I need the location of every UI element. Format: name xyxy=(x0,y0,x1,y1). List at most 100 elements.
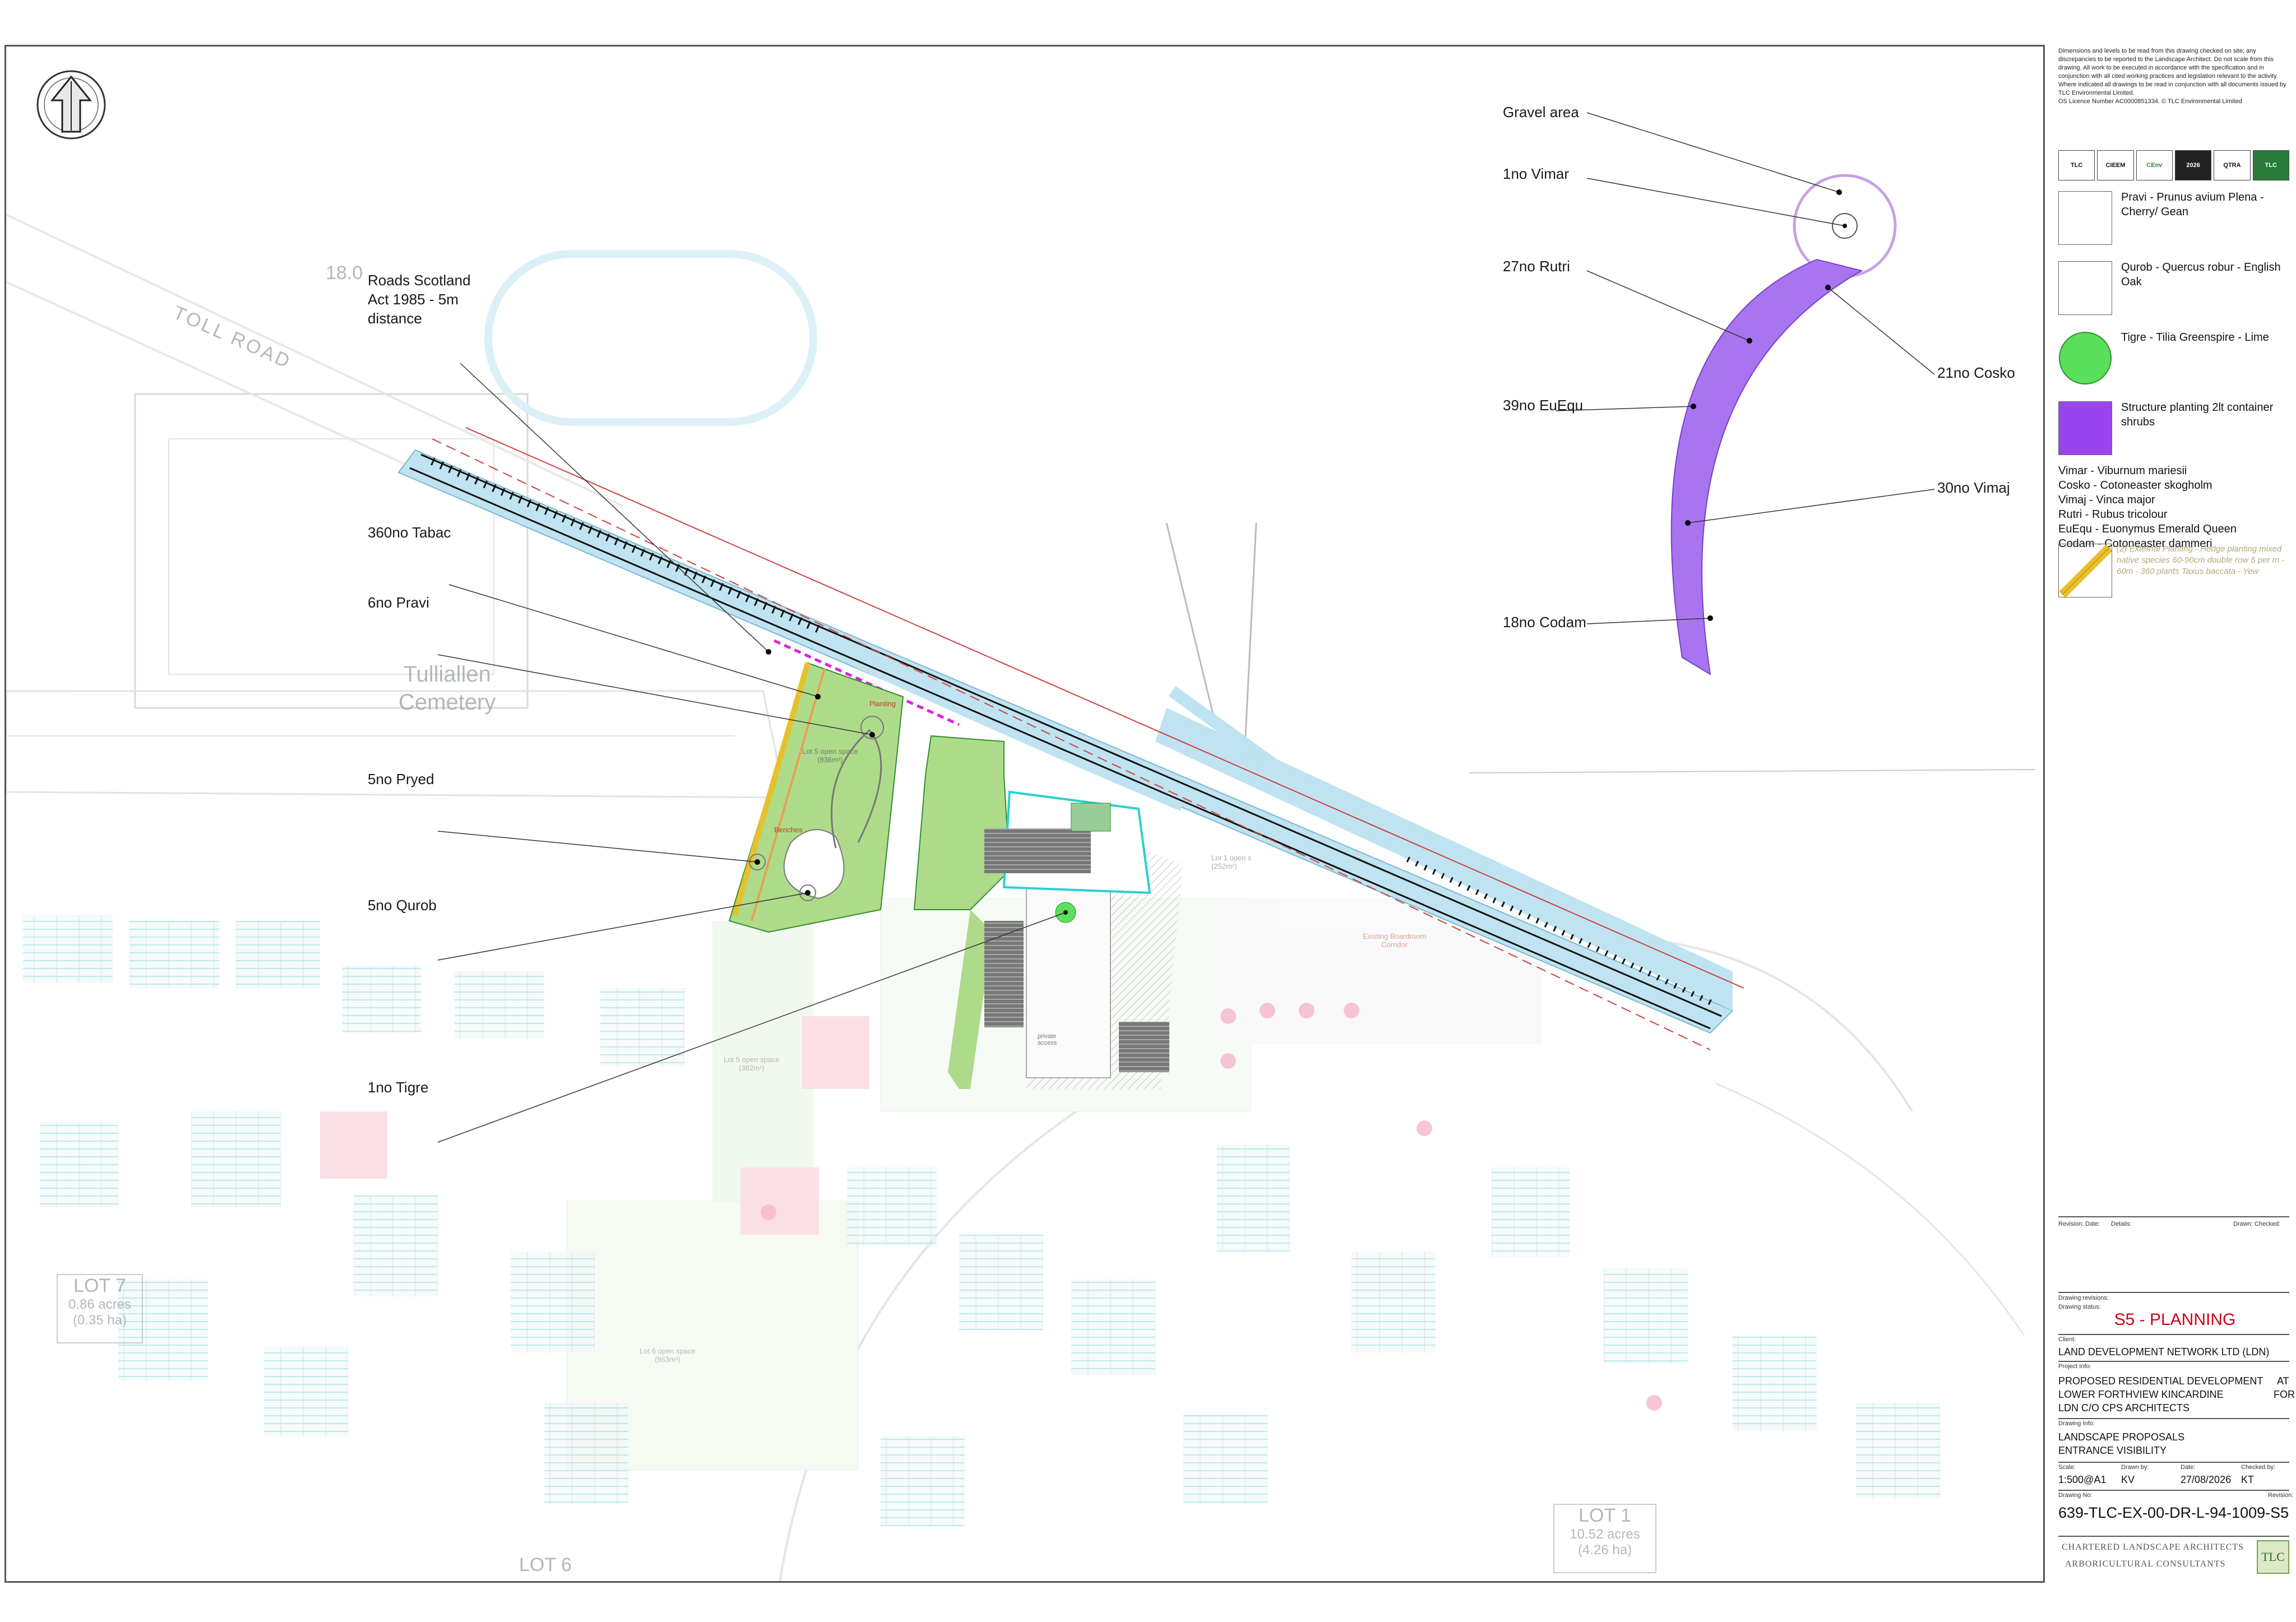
rev-col-date: Date: xyxy=(2085,1221,2100,1227)
lot7-title: LOT 7 xyxy=(73,1275,126,1296)
lot6-title: LOT 6 xyxy=(519,1554,572,1575)
callout-euequ: 39no EuEqu xyxy=(1503,397,1584,414)
callout-vimaj: 30no Vimaj xyxy=(1937,479,2010,496)
legend-qurob: Qurob - Quercus robur - English Oak xyxy=(2058,258,2289,319)
open-space-lot5b-label: Lot 5 open space (382m²) xyxy=(724,1055,780,1072)
rule-project xyxy=(2058,1361,2289,1362)
drawn-by-label: Drawn by: xyxy=(2121,1464,2149,1471)
scale-label: Scale: xyxy=(2058,1464,2076,1471)
drawing-info-2: ENTRANCE VISIBILITY xyxy=(2058,1445,2167,1456)
revision-label: Revision: xyxy=(2268,1492,2294,1499)
lot7-acres: 0.86 acres xyxy=(68,1297,132,1312)
logo-2: CIEEM xyxy=(2097,150,2134,180)
callout-gravel: Gravel area xyxy=(1503,104,1579,121)
drawing-info-1: LANDSCAPE PROPOSALS xyxy=(2058,1431,2185,1443)
rev-col-revision: Revision: xyxy=(2058,1221,2084,1227)
north-arrow-icon xyxy=(35,69,107,141)
callout-codam: 18no Codam xyxy=(1503,614,1586,631)
drawing-status-label: Drawing status: xyxy=(2058,1304,2101,1310)
callout-pryed: 5no Pryed xyxy=(368,771,434,787)
callout-tabac: 360no Tabac xyxy=(368,524,451,541)
lot1-ha: (4.26 ha) xyxy=(1577,1542,1632,1558)
rule-drawing-no xyxy=(2058,1490,2289,1491)
legend-tigre-text: Tigre - Tilia Greenspire - Lime xyxy=(2121,331,2269,344)
rule-revisions xyxy=(2058,1216,2289,1217)
swatch-qurob xyxy=(2058,261,2112,315)
rule-drawing-info xyxy=(2058,1418,2289,1419)
cemetery-label: Tulliallen Cemetery xyxy=(399,662,496,715)
logo-5: QTRA xyxy=(2214,150,2251,180)
rule-meta xyxy=(2058,1462,2289,1463)
swatch-tigre xyxy=(2058,331,2112,385)
swatch-hedge xyxy=(2058,544,2112,597)
road-number-label: 18.0 xyxy=(326,262,363,284)
legend-pravi: Pravi - Prunus avium Plena - Cherry/ Gea… xyxy=(2058,188,2289,249)
scale-value: 1:500@A1 xyxy=(2058,1474,2107,1485)
plan-linework xyxy=(6,112,2036,1581)
callout-roads-scotland: Roads Scotland Act 1985 - 5m distance xyxy=(368,272,471,327)
lot7-box: LOT 7 0.86 acres (0.35 ha) xyxy=(57,1274,143,1343)
swatch-pravi xyxy=(2058,191,2112,245)
drawing-number: 639-TLC-EX-00-DR-L-94-1009-S5 xyxy=(2058,1504,2289,1521)
accreditation-logos: TLC CIEEM CEnv 2026 QTRA TLC xyxy=(2058,150,2289,180)
project-line-3: LDN C/O CPS ARCHITECTS xyxy=(2058,1402,2190,1414)
client-name: LAND DEVELOPMENT NETWORK LTD (LDN) xyxy=(2058,1346,2270,1357)
company-name-1: CHARTERED LANDSCAPE ARCHITECTS xyxy=(2062,1542,2244,1552)
project-line-2: LOWER FORTHVIEW KINCARDINE xyxy=(2058,1389,2224,1400)
project-label: Project Info: xyxy=(2058,1363,2091,1370)
drawing-revisions-label: Drawing revisions: xyxy=(2058,1295,2109,1301)
title-block-panel: Dimensions and levels to be read from th… xyxy=(2054,45,2296,1583)
species-abbreviations: Vimar - Viburnum mariesii Cosko - Cotone… xyxy=(2058,416,2289,551)
project-line-1: PROPOSED RESIDENTIAL DEVELOPMENT xyxy=(2058,1375,2263,1387)
logo-3: CEnv xyxy=(2136,150,2173,180)
lot1-box: LOT 1 10.52 acres (4.26 ha) xyxy=(1553,1504,1656,1573)
benches-label: Benches xyxy=(774,826,803,834)
date-value: 27/08/2026 xyxy=(2181,1474,2232,1485)
plan-drawing: Roads Scotland Act 1985 - 5m distance 36… xyxy=(4,45,2045,1583)
drawing-no-label: Drawing No: xyxy=(2058,1492,2093,1499)
logo-6: TLC xyxy=(2252,150,2289,180)
company-logo: TLC xyxy=(2257,1540,2289,1574)
legend-qurob-text: Qurob - Quercus robur - English Oak xyxy=(2121,261,2281,288)
disclaimer-note: Dimensions and levels to be read from th… xyxy=(2058,48,2286,105)
legend-pravi-text: Pravi - Prunus avium Plena - Cherry/ Gea… xyxy=(2121,191,2264,218)
rule-company xyxy=(2058,1536,2289,1537)
rev-col-drawn-checked: Drawn: Checked: xyxy=(2233,1221,2281,1227)
rev-col-details: Details: xyxy=(2111,1221,2132,1227)
drawing-info-label: Drawing Info: xyxy=(2058,1420,2095,1427)
planting-label: Planting xyxy=(869,699,896,708)
abbr-vimaj: Vimaj - Vinca major xyxy=(2058,494,2155,506)
legend-hedge-text: (2) External Planting - Hedge planting m… xyxy=(2117,544,2285,576)
open-space-lot5-label: Lot 5 open space (836m²) xyxy=(802,747,858,764)
open-space-lot6-label: Lot 6 open space (963m²) xyxy=(640,1347,696,1364)
lot1-acres: 10.52 acres xyxy=(1570,1527,1640,1542)
project-at: AT xyxy=(2277,1375,2289,1387)
rule-client xyxy=(2058,1334,2289,1335)
date-label: Date: xyxy=(2181,1464,2196,1471)
callout-vimar: 1no Vimar xyxy=(1503,165,1570,182)
abbr-cosko: Cosko - Cotoneaster skogholm xyxy=(2058,479,2212,492)
callout-tigre: 1no Tigre xyxy=(368,1079,429,1096)
checked-by-value: KT xyxy=(2241,1474,2255,1485)
existing-corridor-label: Existing Boardroom Corridor xyxy=(1363,932,1427,949)
abbr-vimar: Vimar - Viburnum mariesii xyxy=(2058,465,2187,477)
rule-status xyxy=(2058,1292,2289,1293)
lot7-ha: (0.35 ha) xyxy=(72,1313,127,1328)
drawing-status: S5 - PLANNING xyxy=(2114,1310,2236,1329)
callout-cosko: 21no Cosko xyxy=(1937,364,2015,381)
open-space-lot1-label: Lot 1 open s (252m²) xyxy=(1211,854,1252,870)
checked-by-label: Checked by: xyxy=(2241,1464,2276,1471)
lot1-title: LOT 1 xyxy=(1578,1505,1631,1526)
client-label: Client: xyxy=(2058,1336,2076,1343)
abbr-euequ: EuEqu - Euonymus Emerald Queen xyxy=(2058,523,2237,535)
drawn-by-value: KV xyxy=(2121,1474,2135,1485)
logo-4: 2026 xyxy=(2174,150,2212,180)
callout-rutri: 27no Rutri xyxy=(1503,258,1570,275)
project-for: FOR xyxy=(2274,1389,2295,1400)
abbr-rutri: Rutri - Rubus tricolour xyxy=(2058,508,2168,521)
legend-tigre: Tigre - Tilia Greenspire - Lime xyxy=(2058,328,2289,390)
company-name-2: ARBORICULTURAL CONSULTANTS xyxy=(2065,1559,2226,1569)
callout-pravi: 6no Pravi xyxy=(368,594,429,611)
private-access-label: private access xyxy=(1038,1033,1057,1046)
callout-qurob: 5no Qurob xyxy=(368,897,437,914)
